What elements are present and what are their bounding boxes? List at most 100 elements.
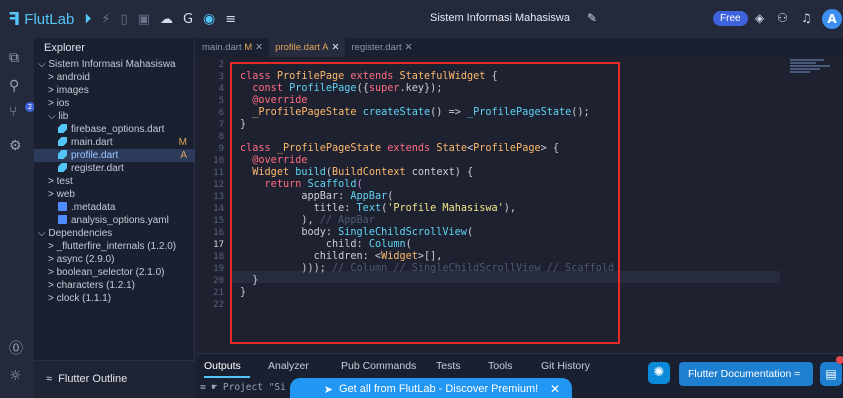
stop-icon[interactable]: ▯: [120, 12, 127, 27]
tree-item-label: test: [56, 176, 73, 187]
editor-tabs: main.dart M ✕ profile.dart A ✕ register.dart…: [196, 38, 843, 57]
tree-item[interactable]: > clock (1.1.1): [34, 292, 195, 305]
line-number: 19: [213, 264, 224, 274]
tree-item[interactable]: ⌵ Dependencies: [34, 227, 195, 240]
flutter-outline-panel[interactable]: ≈ Flutter Outline: [34, 360, 195, 398]
code-line[interactable]: title: Text('Profile Mahasiswa'),: [240, 203, 516, 215]
project-title: Sistem Informasi Mahasiswa: [430, 12, 570, 24]
top-bar: ꟻ FlutLab ⏵ ⚡ ▯ ▣ ☁ G ◉ ≡ Sistem Informa…: [0, 0, 843, 38]
editor-tab-status: A: [320, 42, 329, 53]
edit-pencil-icon[interactable]: ✎: [587, 11, 597, 25]
close-tab-icon[interactable]: ✕: [405, 42, 413, 53]
git-status-badge: A: [180, 150, 187, 161]
run-icon[interactable]: ⏵: [84, 11, 91, 27]
chat-icon[interactable]: ▤: [820, 362, 842, 386]
tree-item[interactable]: .metadata: [34, 201, 195, 214]
source-control-icon[interactable]: ⑂: [9, 104, 17, 120]
code-line[interactable]: }: [240, 119, 246, 131]
tree-item[interactable]: ⌵ Sistem Informasi Mahasiswa: [34, 58, 195, 71]
cloud-icon[interactable]: ☁: [160, 12, 173, 27]
panel-tab-tests[interactable]: Tests: [436, 360, 461, 372]
logo[interactable]: ꟻ FlutLab ⏵ ⚡ ▯ ▣ ☁ G ◉ ≡: [0, 8, 236, 30]
tree-item[interactable]: > ios: [34, 97, 195, 110]
code-line[interactable]: const ProfilePage({super.key});: [240, 83, 442, 95]
save-icon[interactable]: ▣: [138, 12, 150, 27]
tree-item[interactable]: register.dart: [34, 162, 195, 175]
close-icon[interactable]: ✕: [550, 382, 560, 396]
editor-tab[interactable]: register.dart ✕: [345, 38, 418, 57]
add-user-icon[interactable]: ⚇: [777, 11, 788, 25]
promo-text: Get all from FlutLab - Discover Premium!: [338, 383, 539, 395]
code-editor[interactable]: 2 3 class ProfilePage extends StatefulWidg…: [196, 57, 780, 347]
code-line[interactable]: }: [240, 287, 246, 299]
panel-tab-tools[interactable]: Tools: [488, 360, 513, 372]
flutlab-logo-icon: ꟻ: [8, 8, 21, 30]
line-number: 15: [213, 216, 224, 226]
close-tab-icon[interactable]: ✕: [255, 42, 263, 53]
tree-item[interactable]: analysis_options.yaml: [34, 214, 195, 227]
editor-tab[interactable]: profile.dart A ✕: [269, 38, 346, 57]
tree-item[interactable]: main.dart M: [34, 136, 195, 149]
minimap[interactable]: [780, 57, 843, 347]
code-line[interactable]: @override: [240, 155, 307, 167]
panel-tab-git-history[interactable]: Git History: [541, 360, 590, 372]
code-line[interactable]: appBar: AppBar(: [240, 191, 393, 203]
flutter-documentation-button[interactable]: Flutter Documentation ≈: [679, 362, 813, 386]
line-number: 8: [218, 132, 224, 142]
hot-reload-icon[interactable]: ⚡: [101, 12, 110, 27]
panel-tab-analyzer[interactable]: Analyzer: [268, 360, 309, 372]
code-line[interactable]: children: <Widget>[],: [240, 251, 443, 263]
tree-item-label: characters (1.2.1): [56, 280, 135, 291]
close-tab-icon[interactable]: ✕: [331, 42, 339, 53]
flutter-outline-label[interactable]: ≈ Flutter Outline: [46, 373, 127, 385]
code-line[interactable]: ), // AppBar: [240, 215, 375, 227]
git-icon[interactable]: G: [183, 12, 193, 27]
search-icon[interactable]: ⚲: [9, 78, 19, 94]
code-line[interactable]: }: [240, 275, 258, 287]
notification-bell-icon[interactable]: ♫: [801, 11, 812, 25]
chatgpt-icon[interactable]: ✺: [648, 362, 670, 384]
tree-item-label: images: [56, 85, 89, 96]
premium-promo-banner[interactable]: ➤ Get all from FlutLab - Discover Premiu…: [290, 378, 572, 398]
line-number: 4: [218, 84, 224, 94]
code-line[interactable]: ))); // Column // SingleChildScrollView …: [240, 263, 614, 275]
line-number: 2: [218, 60, 224, 70]
active-panel-tab-indicator: [204, 376, 250, 378]
tree-item[interactable]: > test: [34, 175, 195, 188]
debug-icon[interactable]: ☼: [9, 368, 22, 384]
free-plan-badge[interactable]: Free: [713, 11, 748, 26]
settings-gear-icon[interactable]: ⚙: [9, 138, 22, 154]
chevron-right-icon: >: [48, 293, 57, 304]
menu-icon[interactable]: ≡: [225, 12, 236, 27]
line-number: 3: [218, 72, 224, 82]
tree-item-label: profile.dart: [71, 150, 119, 161]
document-file-icon: [58, 215, 67, 224]
code-line[interactable]: _ProfilePageState createState() => _Prof…: [240, 107, 589, 119]
tree-item[interactable]: > characters (1.2.1): [34, 279, 195, 292]
tree-item[interactable]: > web: [34, 188, 195, 201]
tree-item[interactable]: firebase_options.dart: [34, 123, 195, 136]
tree-item[interactable]: ⌵ lib: [34, 110, 195, 123]
code-line[interactable]: return Scaffold(: [240, 179, 363, 191]
avatar[interactable]: A: [822, 9, 842, 29]
tree-item[interactable]: profile.dart A: [34, 149, 195, 162]
tree-item[interactable]: > boolean_selector (2.1.0): [34, 266, 195, 279]
device-icon[interactable]: ◉: [203, 11, 215, 27]
code-line[interactable]: class ProfilePage extends StatefulWidget…: [240, 71, 498, 83]
tree-item[interactable]: > images: [34, 84, 195, 97]
panel-tab-pub-commands[interactable]: Pub Commands: [341, 360, 416, 372]
code-line[interactable]: body: SingleChildScrollView(: [240, 227, 473, 239]
tree-item[interactable]: > async (2.9.0): [34, 253, 195, 266]
layers-icon[interactable]: ◈: [755, 11, 764, 25]
code-line[interactable]: class _ProfilePageState extends State<Pr…: [240, 143, 559, 155]
code-line[interactable]: @override: [240, 95, 307, 107]
chevron-right-icon: >: [48, 72, 57, 83]
editor-tab[interactable]: main.dart M ✕: [196, 38, 269, 57]
tree-item[interactable]: > _flutterfire_internals (1.2.0): [34, 240, 195, 253]
panel-tab-outputs[interactable]: Outputs: [204, 360, 241, 372]
code-line[interactable]: Widget build(BuildContext context) {: [240, 167, 473, 179]
bot-icon[interactable]: ⓪: [9, 338, 23, 358]
tree-item[interactable]: > android: [34, 71, 195, 84]
code-line[interactable]: child: Column(: [240, 239, 412, 251]
files-icon[interactable]: ⧉: [9, 50, 19, 66]
